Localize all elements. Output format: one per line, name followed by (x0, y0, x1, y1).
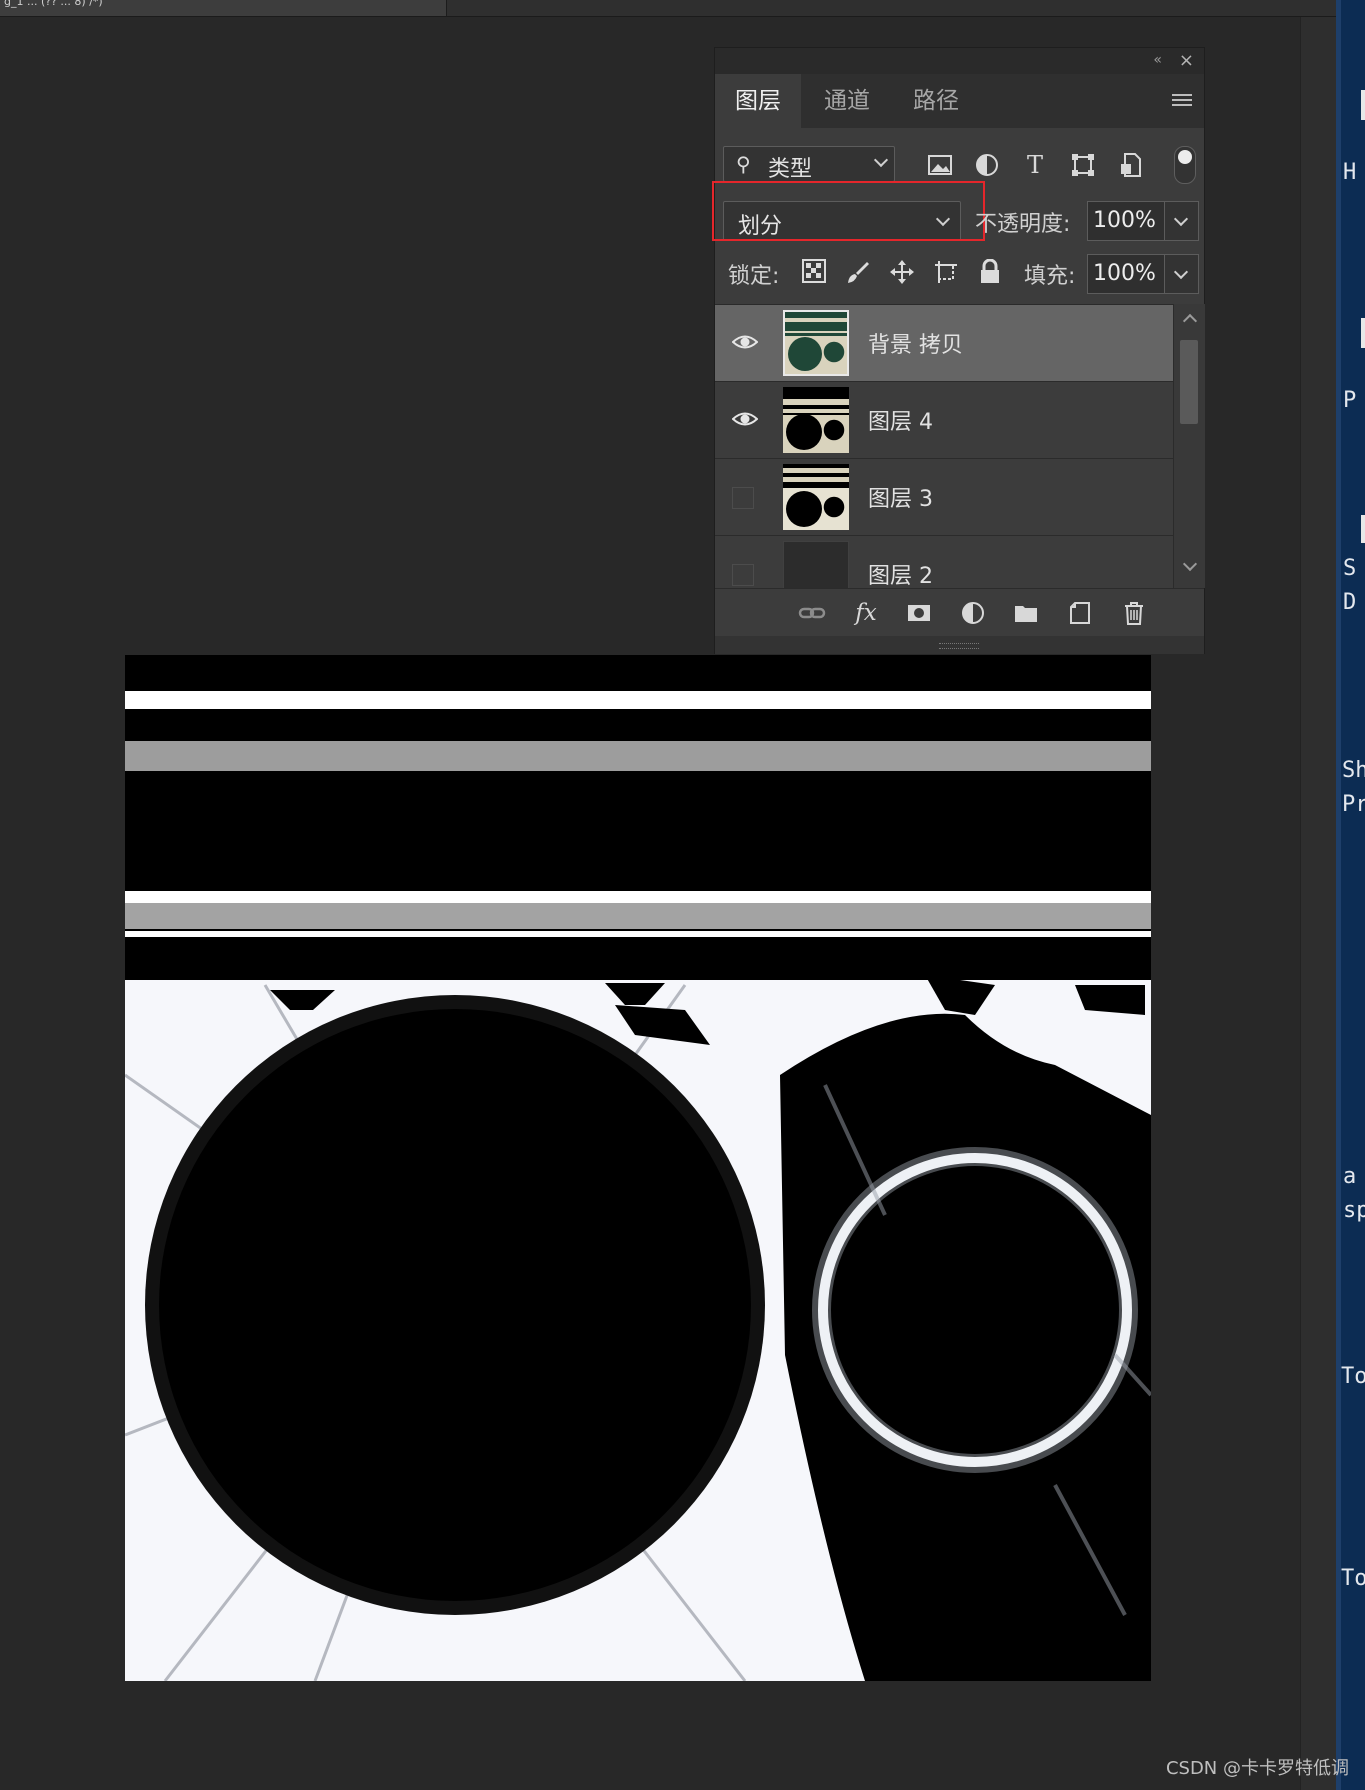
lock-image-pixels-icon[interactable] (845, 259, 871, 285)
side-text: P (1343, 388, 1357, 413)
shape-filter-icon[interactable] (1070, 152, 1096, 178)
smart-object-filter-icon[interactable] (1118, 152, 1144, 178)
side-text: H (1343, 160, 1357, 185)
layer-name: 图层 2 (868, 564, 933, 589)
layer-thumbnail (783, 387, 849, 453)
layer-row[interactable]: 背景 拷贝 (715, 305, 1173, 382)
type-filter-icon[interactable]: T (1022, 152, 1048, 178)
close-icon[interactable]: × (1179, 50, 1194, 71)
side-text: To (1341, 1364, 1365, 1389)
chevron-down-icon (1173, 264, 1189, 280)
tab-paths[interactable]: 路径 (891, 74, 981, 128)
document-tab-title: g_1 ... (?? ... 8) /*) (4, 0, 103, 8)
strip-edge (1336, 0, 1341, 1790)
panel-menu-icon[interactable] (1172, 94, 1192, 109)
watermark: CSDN @卡卡罗特低调 (1165, 1758, 1349, 1779)
layer-name: 图层 3 (868, 487, 933, 512)
scroll-down-icon[interactable] (1182, 556, 1198, 572)
link-layers-icon[interactable] (798, 599, 826, 627)
opacity-dropdown[interactable] (1165, 201, 1199, 241)
strip-mark (1361, 318, 1365, 348)
fill-dropdown[interactable] (1165, 254, 1199, 294)
visibility-toggle[interactable] (732, 564, 754, 586)
chevron-down-icon (1173, 211, 1189, 227)
scroll-thumb[interactable] (1180, 340, 1198, 424)
folder-icon[interactable] (1012, 599, 1040, 627)
workspace-edge (1300, 17, 1337, 1790)
panel-resize-grip[interactable] (715, 636, 1204, 654)
panel-footer: fx (715, 588, 1204, 637)
side-text: Sh (1342, 758, 1365, 783)
layer-style-icon[interactable]: fx (852, 599, 880, 627)
document-tab-strip: g_1 ... (?? ... 8) /*) (0, 0, 1336, 17)
chevron-down-icon (935, 211, 951, 227)
layers-panel: « × 图层 通道 路径 ⚲ 类型 T 划分 不透明度: 100% 锁定: 填充… (712, 47, 1205, 654)
eye-icon[interactable] (732, 408, 758, 430)
strip-mark (1361, 515, 1365, 543)
layer-name: 图层 4 (868, 410, 933, 435)
panel-header: « × (715, 48, 1204, 74)
filter-kind-select[interactable]: ⚲ 类型 (723, 146, 895, 182)
lock-position-icon[interactable] (889, 259, 915, 285)
delete-layer-icon[interactable] (1120, 599, 1148, 627)
add-mask-icon[interactable] (905, 599, 933, 627)
layer-row[interactable]: 图层 3 (715, 459, 1173, 536)
layer-row[interactable]: 图层 4 (715, 382, 1173, 459)
document-tab[interactable]: g_1 ... (?? ... 8) /*) (0, 0, 447, 16)
search-icon: ⚲ (736, 152, 751, 176)
blend-mode-select[interactable]: 划分 (723, 201, 961, 241)
image-canvas[interactable] (125, 655, 1151, 1681)
side-text: S (1343, 556, 1357, 581)
layer-thumbnail (783, 541, 849, 589)
texture-preview (125, 655, 1151, 1681)
collapse-icon[interactable]: « (1153, 52, 1162, 68)
opacity-input[interactable]: 100% (1087, 201, 1165, 241)
new-layer-icon[interactable] (1066, 599, 1094, 627)
layers-scrollbar[interactable] (1173, 304, 1205, 588)
lock-artboard-icon[interactable] (933, 259, 959, 285)
lock-label: 锁定: (728, 264, 780, 289)
layer-thumbnail (783, 310, 849, 376)
opacity-label: 不透明度: (975, 212, 1071, 237)
filter-toggle[interactable] (1174, 146, 1196, 184)
visibility-toggle[interactable] (732, 487, 754, 509)
side-text: D (1343, 590, 1357, 615)
chevron-down-icon (873, 152, 889, 168)
side-text: To (1341, 1566, 1365, 1591)
layer-name: 背景 拷贝 (868, 333, 963, 358)
lock-all-icon[interactable] (977, 258, 1003, 285)
adjustment-filter-icon[interactable] (974, 152, 1000, 178)
image-filter-icon[interactable] (927, 152, 953, 178)
strip-mark (1361, 90, 1365, 120)
blend-mode-value: 划分 (738, 214, 783, 239)
filter-kind-label: 类型 (768, 157, 813, 182)
eye-icon[interactable] (732, 331, 758, 353)
layer-thumbnail (783, 464, 849, 530)
tab-channels[interactable]: 通道 (803, 74, 891, 128)
background-window-strip: H P S D Sh Pr a sp To To (1336, 0, 1365, 1790)
tab-layers[interactable]: 图层 (715, 74, 801, 128)
side-text: sp (1343, 1198, 1365, 1223)
layers-list: 背景 拷贝 图层 4 图层 3 图层 2 (715, 304, 1173, 589)
scroll-up-icon[interactable] (1182, 313, 1198, 329)
lock-transparent-pixels-icon[interactable] (801, 259, 827, 285)
side-text: Pr (1342, 792, 1365, 817)
layer-row[interactable]: 图层 2 (715, 536, 1173, 589)
side-text: a (1343, 1164, 1357, 1189)
fill-input[interactable]: 100% (1087, 254, 1165, 294)
panel-tabs: 图层 通道 路径 (715, 74, 1204, 128)
fill-label: 填充: (1024, 264, 1076, 289)
adjustment-layer-icon[interactable] (959, 599, 987, 627)
